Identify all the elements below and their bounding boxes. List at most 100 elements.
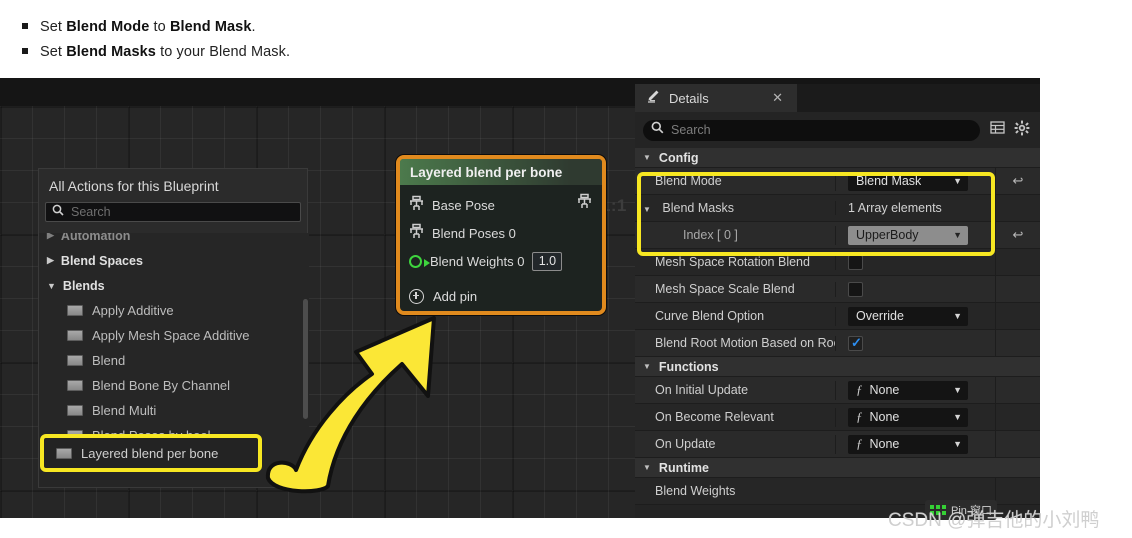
section-header-config[interactable]: ▼ Config xyxy=(635,148,1040,168)
property-reset-cell xyxy=(995,377,1040,403)
node-pin-base-pose[interactable]: Base Pose xyxy=(400,191,602,219)
dropdown-value: None xyxy=(869,383,900,397)
palette-search-field[interactable]: Search xyxy=(45,202,301,222)
property-row-blend-root-motion: Blend Root Motion Based on Root... xyxy=(635,330,1040,357)
section-label: Runtime xyxy=(658,460,709,475)
search-icon xyxy=(651,121,664,139)
property-label-wrap[interactable]: ▼ Blend Masks xyxy=(635,201,835,215)
node-chip-icon xyxy=(67,305,83,316)
on-initial-update-dropdown[interactable]: ƒ None ▼ xyxy=(848,380,968,400)
instruction-line-2: Set Blend Masks to your Blend Mask. xyxy=(22,44,290,60)
property-label: On Initial Update xyxy=(655,383,749,397)
instruction-1-prefix: Set xyxy=(40,19,67,35)
node-pin-label: Base Pose xyxy=(432,197,495,213)
node-chip-icon xyxy=(67,330,83,341)
chevron-down-icon: ▼ xyxy=(953,311,962,321)
pose-pin-icon[interactable] xyxy=(577,193,592,215)
grid-view-icon[interactable] xyxy=(990,120,1005,140)
section-label: Functions xyxy=(658,359,719,374)
dropdown-value: Override xyxy=(856,309,904,323)
property-value-cell xyxy=(835,254,995,270)
tab-details[interactable]: Details ✕ xyxy=(635,84,797,112)
palette-category-blend-spaces[interactable]: ▶ Blend Spaces xyxy=(39,248,309,273)
node-chip-icon xyxy=(67,380,83,391)
palette-category-label: Blends xyxy=(62,278,105,293)
node-pin-value-input[interactable]: 1.0 xyxy=(532,251,563,271)
node-pin-label: Blend Poses 0 xyxy=(432,225,516,241)
palette-category-label: Blend Spaces xyxy=(60,253,143,268)
instruction-1-mid: to xyxy=(149,19,170,35)
instruction-2-suffix: . xyxy=(286,44,291,60)
chevron-down-icon: ▼ xyxy=(643,205,651,214)
palette-category-automation[interactable]: ▶ Automation xyxy=(39,233,309,248)
close-icon[interactable]: ✕ xyxy=(772,90,783,106)
property-label: Mesh Space Scale Blend xyxy=(655,282,795,296)
node-pin-blend-weights-0[interactable]: Blend Weights 0 1.0 xyxy=(400,247,602,275)
details-search-bar: Search xyxy=(635,112,1040,148)
bullet-square-icon xyxy=(22,23,28,29)
section-label: Config xyxy=(658,150,699,165)
gear-icon[interactable] xyxy=(1014,120,1030,141)
plus-circle-icon xyxy=(409,288,424,304)
pose-pin-icon[interactable] xyxy=(409,223,424,243)
float-pin-icon[interactable] xyxy=(409,254,430,268)
dropdown-value: None xyxy=(869,410,900,424)
property-reset-cell xyxy=(995,478,1040,504)
on-update-dropdown[interactable]: ƒ None ▼ xyxy=(848,434,968,454)
property-value-cell xyxy=(835,335,995,351)
blend-mode-dropdown[interactable]: Blend Mask ▼ xyxy=(848,171,968,191)
palette-highlighted-label: Layered blend per bone xyxy=(81,445,219,461)
chevron-down-icon: ▼ xyxy=(47,280,56,291)
chevron-right-icon: ▶ xyxy=(47,255,54,265)
revert-arrow-icon[interactable]: ↩ xyxy=(1013,227,1024,243)
details-property-rows: ▼ Config Blend Mode Blend Mask ▼ ↩ ▼ Ble… xyxy=(635,148,1040,505)
watermark-text: CSDN @弹吉他的小刘鸭 xyxy=(888,510,1100,531)
property-reset-cell xyxy=(995,330,1040,356)
blueprint-node-layered-blend-per-bone[interactable]: Layered blend per bone Base Pose Blend P… xyxy=(396,155,606,315)
function-icon: ƒ xyxy=(856,436,863,451)
node-chip-icon xyxy=(67,405,83,416)
property-reset-cell: ↩ xyxy=(995,222,1040,248)
property-row-on-update: On Update ƒ None ▼ xyxy=(635,431,1040,458)
details-tab-bar: Details ✕ xyxy=(635,84,1040,112)
section-header-runtime[interactable]: ▼ Runtime xyxy=(635,458,1040,478)
palette-search-placeholder: Search xyxy=(71,205,111,219)
palette-item-label: Blend Bone By Channel xyxy=(92,378,231,393)
instruction-1-suffix: . xyxy=(251,19,256,35)
palette-title: All Actions for this Blueprint xyxy=(49,178,219,194)
function-icon: ƒ xyxy=(856,382,863,397)
node-add-pin-button[interactable]: Add pin xyxy=(400,282,602,310)
highlight-box-palette-item[interactable]: Layered blend per bone xyxy=(40,434,262,472)
details-tab-label: Details xyxy=(669,90,709,106)
node-pin-blend-poses-0[interactable]: Blend Poses 0 xyxy=(400,219,602,247)
mesh-space-scale-blend-checkbox[interactable] xyxy=(848,281,863,297)
instruction-2-bold-1: Blend Masks xyxy=(66,44,156,60)
node-title: Layered blend per bone xyxy=(400,159,602,185)
property-label: Curve Blend Option xyxy=(655,309,765,323)
blend-mask-index0-dropdown[interactable]: UpperBody ▼ xyxy=(848,225,968,245)
property-value-cell: 1 Array elements xyxy=(835,201,995,215)
blend-root-motion-checkbox[interactable] xyxy=(848,335,863,351)
palette-item-label: Blend xyxy=(92,353,126,368)
chevron-down-icon: ▼ xyxy=(953,385,962,395)
section-header-functions[interactable]: ▼ Functions xyxy=(635,357,1040,377)
property-label: Index [ 0 ] xyxy=(683,228,738,242)
property-value-cell: ƒ None ▼ xyxy=(835,380,995,400)
palette-category-blends[interactable]: ▼ Blends xyxy=(39,273,309,298)
instruction-2-mid: to your Blend Mask xyxy=(155,44,286,60)
palette-item-label: Apply Mesh Space Additive xyxy=(92,328,250,343)
instruction-1-bold-2: Blend Mask xyxy=(169,19,252,35)
revert-arrow-icon[interactable]: ↩ xyxy=(1013,173,1024,189)
pose-pin-icon[interactable] xyxy=(409,195,424,215)
property-row-mesh-space-rotation-blend: Mesh Space Rotation Blend xyxy=(635,249,1040,276)
mesh-space-rotation-blend-checkbox[interactable] xyxy=(848,254,863,270)
screenshot-root: Set Blend Mode to Blend Mask. Set Blend … xyxy=(0,0,1132,538)
chevron-down-icon: ▼ xyxy=(953,230,962,240)
property-label: Blend Masks xyxy=(662,201,734,215)
node-chip-icon xyxy=(67,355,83,366)
property-label: On Become Relevant xyxy=(655,410,774,424)
property-row-on-initial-update: On Initial Update ƒ None ▼ xyxy=(635,377,1040,404)
curve-blend-option-dropdown[interactable]: Override ▼ xyxy=(848,306,968,326)
on-become-relevant-dropdown[interactable]: ƒ None ▼ xyxy=(848,407,968,427)
details-search-input[interactable]: Search xyxy=(643,119,980,141)
